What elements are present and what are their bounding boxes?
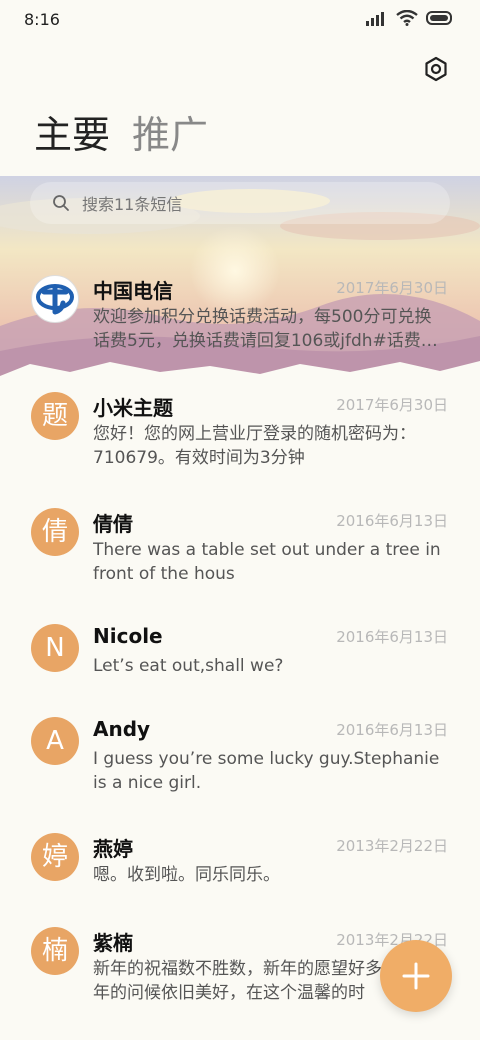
sender-name: 中国电信 xyxy=(93,279,173,303)
sender-name: 倩倩 xyxy=(93,512,133,536)
sender-name: Andy xyxy=(93,717,151,741)
settings-button[interactable] xyxy=(422,55,450,83)
message-date: 2017年6月30日 xyxy=(336,279,448,297)
tab-bar: 主要 推广 xyxy=(34,112,208,158)
message-preview: 嗯。收到啦。同乐同乐。 xyxy=(93,865,280,885)
conversation-item[interactable]: 倩 倩倩 2016年6月13日 There was a table set ou… xyxy=(0,508,480,608)
message-date: 2017年6月30日 xyxy=(336,396,448,414)
search-placeholder: 搜索11条短信 xyxy=(82,195,183,214)
conversation-item[interactable]: 中国电信 2017年6月30日 欢迎参加积分兑换话费活动，每500分可兑换话费5… xyxy=(0,275,480,375)
message-date: 2016年6月13日 xyxy=(336,512,448,530)
status-bar: 8:16 xyxy=(0,0,480,44)
message-preview: 欢迎参加积分兑换话费活动，每500分可兑换话费5元，兑换话费请回复106或jfd… xyxy=(93,307,438,351)
status-time: 8:16 xyxy=(24,10,60,29)
message-date: 2016年6月13日 xyxy=(336,721,448,739)
hexagon-settings-icon xyxy=(425,56,447,82)
conversation-item[interactable]: N Nicole 2016年6月13日 Let’s eat out,shall … xyxy=(0,624,480,724)
message-date: 2016年6月13日 xyxy=(336,628,448,646)
message-preview: I guess you’re some lucky guy.Stephanie … xyxy=(93,749,440,793)
avatar: 楠 xyxy=(31,927,79,975)
status-icons xyxy=(366,10,454,26)
sender-name: 小米主题 xyxy=(93,396,173,420)
conversation-item[interactable]: A Andy 2016年6月13日 I guess you’re some lu… xyxy=(0,717,480,817)
tab-promotions[interactable]: 推广 xyxy=(132,112,208,158)
signal-icon xyxy=(366,12,384,26)
conversation-item[interactable]: 婷 燕婷 2013年2月22日 嗯。收到啦。同乐同乐。 xyxy=(0,833,480,933)
avatar: 婷 xyxy=(31,833,79,881)
avatar: 倩 xyxy=(31,508,79,556)
plus-icon xyxy=(402,962,430,990)
message-date: 2013年2月22日 xyxy=(336,837,448,855)
avatar: A xyxy=(31,717,79,765)
message-preview: Let’s eat out,shall we? xyxy=(93,656,284,676)
avatar: 题 xyxy=(31,392,79,440)
search-input[interactable]: 搜索11条短信 xyxy=(30,182,450,224)
search-icon xyxy=(53,195,69,211)
tab-primary[interactable]: 主要 xyxy=(34,112,110,158)
china-telecom-logo-avatar xyxy=(31,275,79,323)
avatar: N xyxy=(31,624,79,672)
sender-name: Nicole xyxy=(93,624,163,648)
message-preview: 您好！您的网上营业厅登录的随机密码为：710679。有效时间为3分钟 xyxy=(93,424,416,468)
battery-icon xyxy=(426,11,452,25)
sender-name: 紫楠 xyxy=(93,931,133,955)
sender-name: 燕婷 xyxy=(93,837,133,861)
conversation-item[interactable]: 题 小米主题 2017年6月30日 您好！您的网上营业厅登录的随机密码为：710… xyxy=(0,392,480,492)
new-message-button[interactable] xyxy=(380,940,452,1012)
wifi-icon xyxy=(396,10,418,26)
message-preview: There was a table set out under a tree i… xyxy=(93,540,441,584)
